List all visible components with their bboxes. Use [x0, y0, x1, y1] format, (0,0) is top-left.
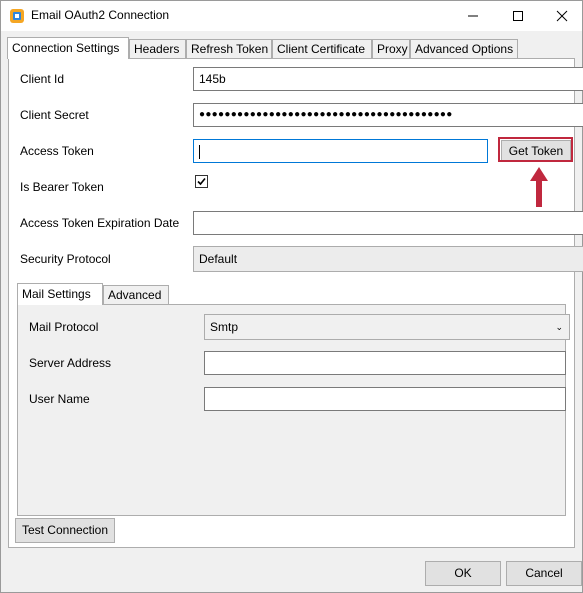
get-token-highlight: [498, 137, 573, 162]
mail-protocol-select[interactable]: Smtp ⌄: [204, 314, 570, 340]
tab-advanced[interactable]: Advanced: [103, 285, 169, 304]
security-protocol-value: Default: [199, 252, 238, 266]
mail-protocol-value: Smtp: [210, 320, 239, 334]
client-secret-input[interactable]: ●●●●●●●●●●●●●●●●●●●●●●●●●●●●●●●●●●●●●●●●: [193, 103, 583, 127]
bearer-token-checkbox[interactable]: [195, 175, 208, 188]
close-button[interactable]: [542, 1, 582, 31]
user-name-input[interactable]: [204, 387, 566, 411]
app-icon: [10, 9, 24, 23]
maximize-icon: [513, 11, 523, 21]
client-secret-value: ●●●●●●●●●●●●●●●●●●●●●●●●●●●●●●●●●●●●●●●●: [199, 109, 453, 120]
tab-proxy[interactable]: Proxy: [372, 39, 410, 58]
arrow-up-icon: [530, 167, 548, 207]
window-title: Email OAuth2 Connection: [31, 8, 170, 22]
tab-connection-settings[interactable]: Connection Settings: [7, 37, 129, 59]
minimize-icon: [468, 15, 478, 17]
bearer-token-label: Is Bearer Token: [20, 180, 104, 194]
expiration-label: Access Token Expiration Date: [20, 216, 180, 230]
server-address-input[interactable]: [204, 351, 566, 375]
close-icon: [556, 10, 568, 22]
mail-settings-panel: Mail Protocol Smtp ⌄ Server Address User…: [17, 304, 570, 516]
security-protocol-select[interactable]: Default ⌄: [193, 246, 583, 272]
connection-settings-panel: Client Id 145b Client Secret ●●●●●●●●●●●…: [8, 58, 583, 548]
tab-refresh-token[interactable]: Refresh Token: [186, 39, 272, 58]
client-id-value: 145b: [199, 72, 226, 86]
tab-advanced-options[interactable]: Advanced Options: [410, 39, 518, 58]
user-name-label: User Name: [29, 392, 90, 406]
client-id-label: Client Id: [20, 72, 65, 86]
tab-mail-settings[interactable]: Mail Settings: [17, 283, 103, 305]
access-token-label: Access Token: [20, 144, 94, 158]
test-connection-button[interactable]: Test Connection: [15, 518, 115, 543]
text-cursor: [199, 144, 200, 159]
client-secret-label: Client Secret: [20, 108, 89, 122]
ok-button[interactable]: OK: [425, 561, 501, 586]
dialog-window: Email OAuth2 Connection Connection Setti…: [0, 0, 583, 593]
client-id-input[interactable]: 145b: [193, 67, 583, 91]
security-protocol-label: Security Protocol: [20, 252, 111, 266]
mail-protocol-label: Mail Protocol: [29, 320, 99, 334]
expiration-input[interactable]: [193, 211, 583, 235]
chevron-down-icon: ⌄: [555, 322, 563, 332]
title-bar: Email OAuth2 Connection: [1, 1, 582, 31]
maximize-button[interactable]: [498, 1, 538, 31]
tab-client-certificate[interactable]: Client Certificate: [272, 39, 372, 58]
minimize-button[interactable]: [453, 1, 493, 31]
access-token-input[interactable]: [193, 139, 488, 163]
server-address-label: Server Address: [29, 356, 112, 370]
tab-headers[interactable]: Headers: [129, 39, 186, 58]
checkmark-icon: [197, 177, 206, 186]
cancel-button[interactable]: Cancel: [506, 561, 582, 586]
